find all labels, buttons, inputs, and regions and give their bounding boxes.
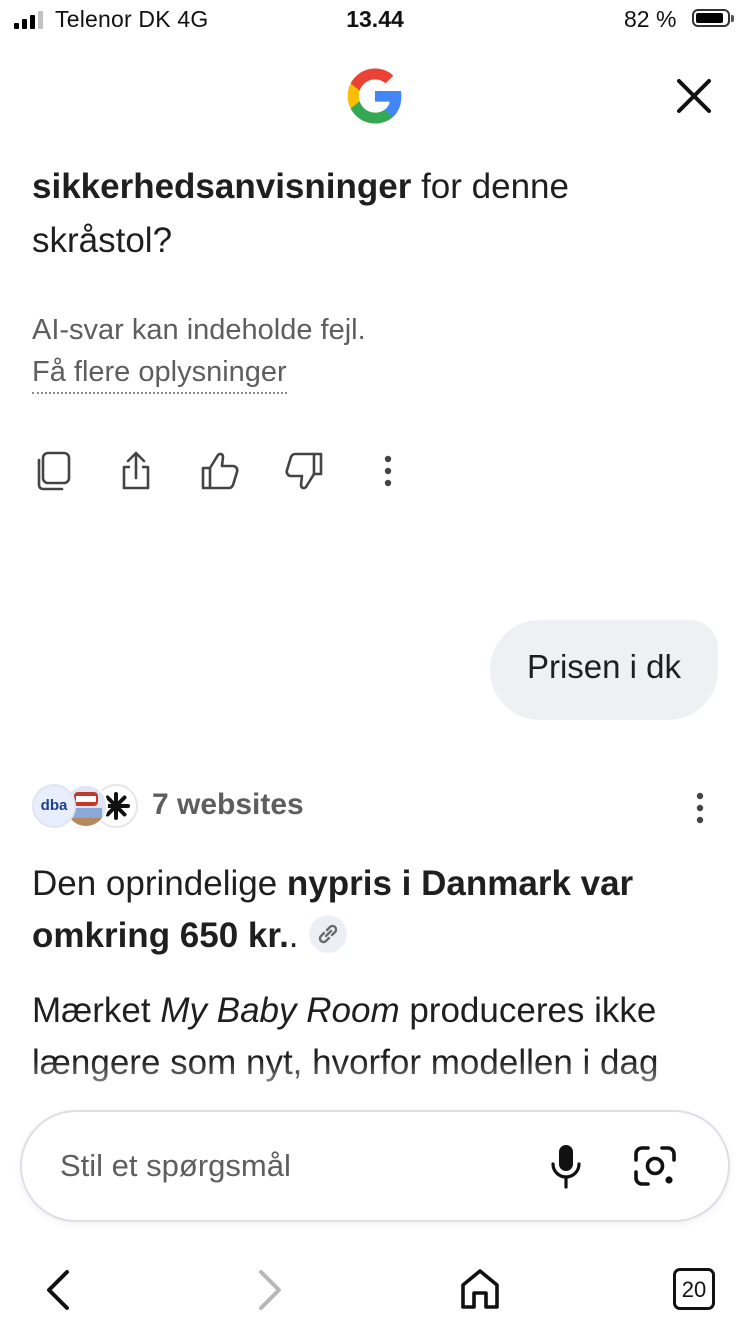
tabs-count: 20 (681, 1277, 707, 1302)
answer-p2-italic: My Baby Room (160, 991, 400, 1030)
link-icon (318, 924, 337, 943)
user-message-text: Prisen i dk (526, 648, 682, 685)
dba-icon: dba (32, 784, 76, 828)
sources-more-icon[interactable] (688, 790, 712, 826)
dba-icon-text: dba (40, 797, 68, 814)
google-lens-icon[interactable] (632, 1144, 678, 1188)
copy-icon[interactable] (34, 450, 74, 492)
answer-p2-start: Mærket (32, 991, 161, 1030)
ai-disclaimer: AI-svar kan indeholde fejl. (32, 314, 366, 346)
answer-p1-start: Den oprindelige (32, 864, 287, 903)
back-icon[interactable] (40, 1268, 76, 1312)
user-message-bubble: Prisen i dk (490, 620, 718, 720)
battery-icon (692, 9, 730, 27)
thumbs-down-icon[interactable] (284, 450, 324, 492)
query-bold: sikkerhedsanvisninger (32, 167, 412, 206)
home-icon[interactable] (458, 1266, 502, 1312)
close-icon[interactable] (672, 74, 716, 118)
tabs-button[interactable]: 20 (673, 1268, 715, 1310)
answer-paragraph-1: Den oprindelige nypris i Danmark var omk… (32, 858, 722, 962)
battery-percent: 82 % (624, 6, 677, 32)
share-icon[interactable] (116, 450, 156, 492)
ask-input-placeholder[interactable]: Stil et spørgsmål (60, 1148, 291, 1184)
source-icons[interactable]: dba (32, 784, 142, 830)
browser-toolbar (0, 1240, 750, 1334)
battery-cap (731, 15, 734, 22)
more-vert-icon[interactable] (368, 450, 408, 492)
learn-more-link[interactable]: Få flere oplysninger (32, 352, 287, 394)
thumbs-up-icon[interactable] (200, 450, 240, 492)
sources-label[interactable]: 7 websites (152, 788, 304, 822)
status-bar: Telenor DK 4G 13.44 82 % (0, 0, 750, 44)
microphone-icon[interactable] (548, 1142, 584, 1190)
google-g-icon (347, 68, 402, 124)
link-chip-button[interactable] (308, 914, 347, 953)
answer-p1-end: . (288, 916, 299, 955)
forward-icon[interactable] (252, 1268, 288, 1312)
query-text: sikkerhedsanvisninger for denne skråstol… (32, 160, 672, 268)
